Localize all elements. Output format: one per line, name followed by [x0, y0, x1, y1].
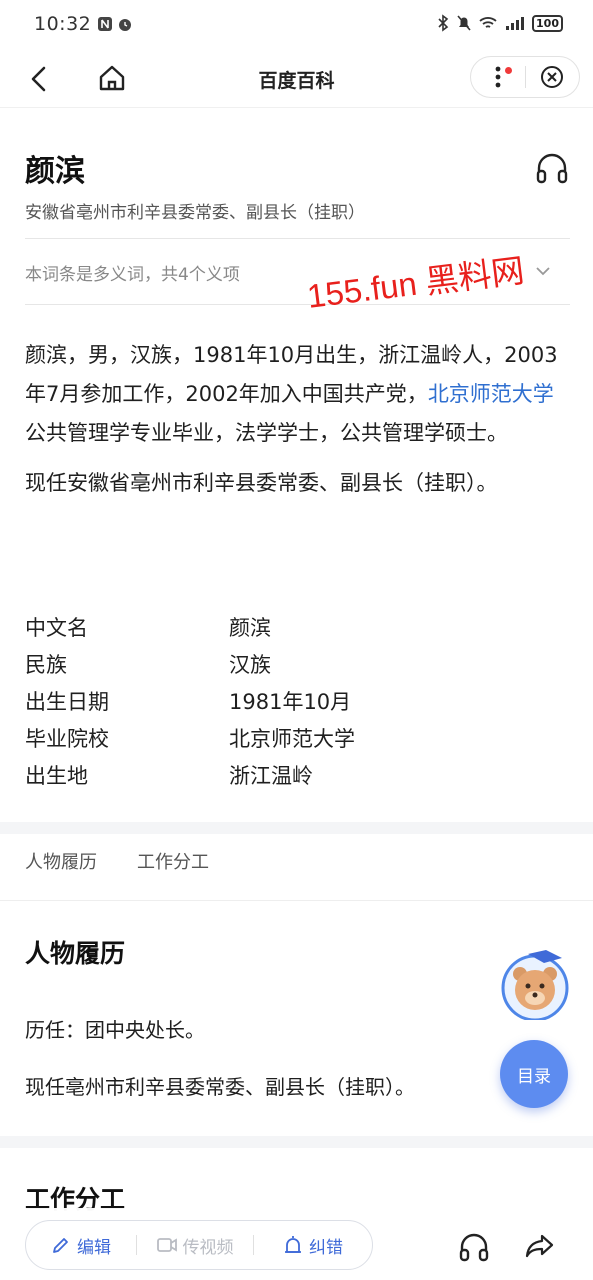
summary-paragraph-2: 现任安徽省亳州市利辛县委常委、副县长（挂职）。 [25, 471, 498, 495]
section-separator [0, 1136, 593, 1148]
section-heading-resume: 人物履历 [25, 939, 126, 968]
status-bar: 10:32 100 [0, 0, 593, 48]
battery-indicator: 100 [532, 14, 563, 32]
edit-button[interactable]: 编辑 [26, 1233, 136, 1258]
nfc-icon [98, 17, 113, 31]
info-key: 出生地 [25, 763, 88, 788]
info-row: 出生日期 1981年10月 [25, 682, 570, 719]
info-row: 中文名 颜滨 [25, 608, 570, 645]
section-tabs: 人物履历 工作分工 [25, 848, 209, 874]
resume-line: 现任亳州市利辛县委常委、副县长（挂职）。 [25, 1075, 415, 1099]
close-icon [541, 66, 564, 88]
info-value: 浙江温岭 [229, 763, 313, 788]
info-value: 汉族 [229, 652, 271, 677]
action-pill: 编辑 传视频 纠错 [25, 1220, 373, 1270]
report-error-button[interactable]: 纠错 [254, 1233, 372, 1258]
table-of-contents-button[interactable]: 目录 [500, 1040, 568, 1108]
chevron-down-icon[interactable] [536, 266, 550, 276]
bluetooth-icon [438, 14, 449, 32]
summary-paragraph-1: 颜滨，男，汉族，1981年10月出生，浙江温岭人，2003年7月参加工作，200… [25, 343, 558, 445]
info-key: 出生日期 [25, 689, 109, 714]
info-value: 北京师范大学 [229, 726, 355, 751]
listen-icon[interactable] [458, 1232, 490, 1262]
info-key: 中文名 [25, 615, 88, 640]
video-icon [156, 1238, 177, 1252]
bottom-action-bar: 编辑 传视频 纠错 [0, 1208, 593, 1280]
polysemy-dropdown[interactable]: 本词条是多义词，共4个义项 [25, 260, 240, 285]
basic-info-table: 中文名 颜滨 民族 汉族 出生日期 1981年10月 毕业院校 北京师范大学 出生地 浙江… [25, 608, 570, 793]
info-row: 毕业院校 北京师范大学 [25, 719, 570, 756]
info-value: 颜滨 [229, 615, 271, 640]
alarm-icon [119, 19, 132, 31]
info-row: 民族 汉族 [25, 645, 570, 682]
info-key: 民族 [25, 652, 67, 677]
share-icon[interactable] [524, 1230, 556, 1262]
signal-icon [506, 17, 525, 30]
section-separator [0, 822, 593, 834]
pencil-icon [53, 1238, 68, 1253]
nav-bar: 百度百科 [0, 48, 593, 108]
more-icon [495, 66, 501, 88]
wifi-icon [479, 17, 497, 28]
status-time: 10:32 [34, 13, 92, 35]
assistant-mascot-icon[interactable] [500, 948, 570, 1020]
resume-line: 历任：团中央处长。 [25, 1018, 205, 1042]
more-menu-button[interactable] [471, 57, 525, 97]
headphones-icon[interactable] [535, 152, 569, 184]
info-key: 毕业院校 [25, 726, 109, 751]
entry-summary: 颜滨，男，汉族，1981年10月出生，浙江温岭人，2003年7月参加工作，200… [25, 336, 570, 514]
watermark-text: 155.fun 黑料网 [305, 251, 527, 315]
alarm-bell-icon [285, 1236, 301, 1253]
mini-program-capsule [470, 56, 580, 98]
entry-subtitle: 安徽省亳州市利辛县委常委、副县长（挂职） [25, 203, 365, 223]
info-row: 出生地 浙江温岭 [25, 756, 570, 793]
upload-video-button[interactable]: 传视频 [137, 1233, 253, 1258]
notification-dot [505, 67, 512, 74]
university-link[interactable]: 北京师范大学 [428, 382, 554, 406]
entry-title: 颜滨 [25, 154, 85, 189]
close-button[interactable] [525, 57, 579, 97]
tab-work[interactable]: 工作分工 [137, 848, 209, 874]
info-value: 1981年10月 [229, 689, 352, 714]
mute-bell-icon [457, 15, 471, 31]
tab-resume[interactable]: 人物履历 [25, 848, 97, 874]
